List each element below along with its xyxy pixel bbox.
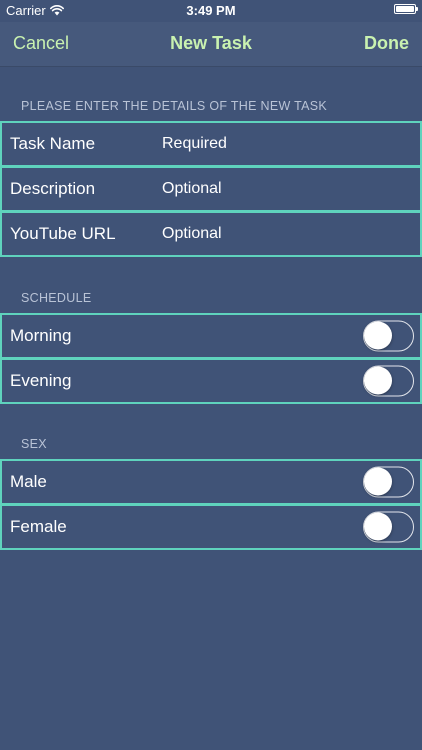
- morning-label: Morning: [10, 326, 72, 345]
- status-bar: Carrier 3:49 PM: [0, 0, 422, 22]
- battery-level: [396, 6, 414, 12]
- sex-section-header: SEX: [21, 437, 47, 451]
- battery-icon: [394, 4, 418, 14]
- female-row: Female: [0, 504, 422, 550]
- male-toggle[interactable]: [363, 466, 414, 498]
- battery-area: [394, 4, 418, 14]
- morning-row: Morning: [0, 313, 422, 359]
- task-name-input[interactable]: Required: [162, 135, 227, 153]
- clock: 3:49 PM: [186, 3, 236, 18]
- done-button[interactable]: Done: [364, 33, 409, 54]
- schedule-section-header: SCHEDULE: [21, 291, 92, 305]
- description-input[interactable]: Optional: [162, 180, 222, 198]
- details-section-header: PLEASE ENTER THE DETAILS OF THE NEW TASK: [21, 99, 328, 113]
- youtube-url-row[interactable]: YouTube URL Optional: [0, 211, 422, 257]
- evening-label: Evening: [10, 371, 72, 390]
- morning-toggle[interactable]: [363, 320, 414, 352]
- toggle-knob: [364, 467, 392, 496]
- evening-row: Evening: [0, 358, 422, 404]
- female-toggle[interactable]: [363, 511, 414, 543]
- toggle-knob: [364, 512, 392, 541]
- toggle-knob: [364, 321, 392, 350]
- toggle-knob: [364, 366, 392, 395]
- page-title: New Task: [170, 33, 252, 53]
- male-label: Male: [10, 472, 47, 491]
- male-row: Male: [0, 459, 422, 505]
- task-name-label: Task Name: [10, 134, 96, 153]
- evening-toggle[interactable]: [363, 365, 414, 397]
- task-name-row[interactable]: Task Name Required: [0, 121, 422, 167]
- female-label: Female: [10, 517, 67, 536]
- youtube-url-input[interactable]: Optional: [162, 225, 222, 243]
- navigation-bar: Cancel New Task Done: [0, 22, 422, 67]
- youtube-url-label: YouTube URL: [10, 224, 116, 243]
- description-row[interactable]: Description Optional: [0, 166, 422, 212]
- description-label: Description: [10, 179, 96, 198]
